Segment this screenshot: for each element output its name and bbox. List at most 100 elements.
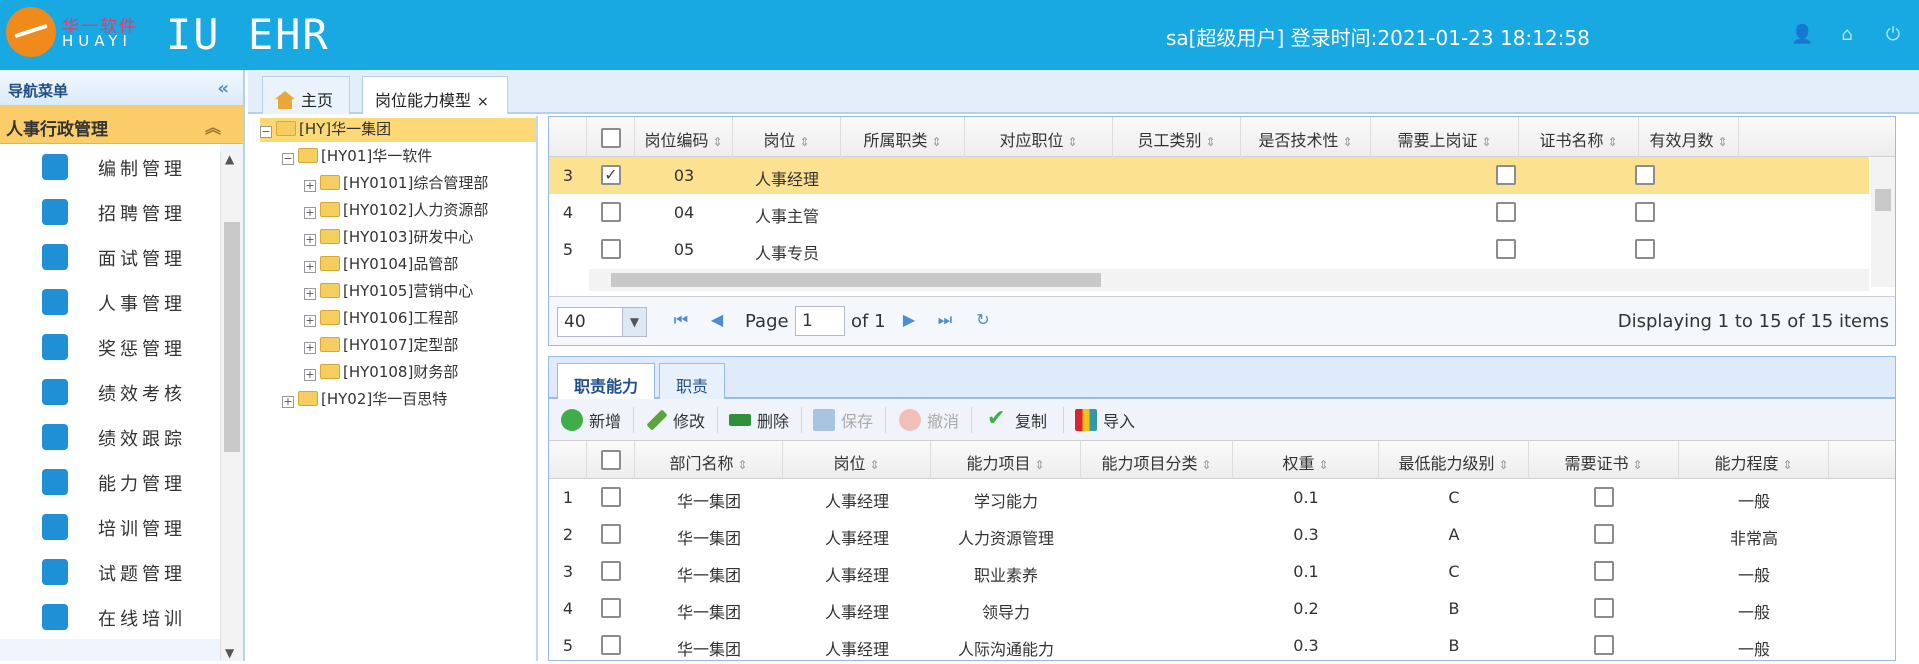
- column-header[interactable]: 能力项目 ⇕: [931, 441, 1081, 479]
- tree-node[interactable]: + [HY02]华一百思特: [282, 388, 447, 412]
- column-header[interactable]: 权重 ⇕: [1233, 441, 1379, 479]
- table-row[interactable]: 2 华一集团 人事经理 人力资源管理 0.3 A 非常高: [549, 516, 1895, 553]
- tree-node[interactable]: + [HY0108]财务部: [304, 361, 458, 385]
- row-checkbox[interactable]: [601, 560, 621, 581]
- column-header[interactable]: 部门名称 ⇕: [635, 441, 783, 479]
- sidebar-item[interactable]: 奖惩管理: [0, 324, 220, 369]
- sidebar-item[interactable]: 人事管理: [0, 279, 220, 324]
- certificate-checkbox[interactable]: [1635, 201, 1655, 222]
- row-checkbox[interactable]: [601, 486, 621, 507]
- row-select-cell[interactable]: [587, 194, 635, 231]
- table-row[interactable]: 3 03 人事经理: [549, 157, 1869, 194]
- column-header[interactable]: 能力程度 ⇕: [1679, 441, 1829, 479]
- page-size-select[interactable]: 40 ▼: [557, 307, 647, 337]
- tab-post-ability-model[interactable]: 岗位能力模型 ×: [362, 76, 508, 114]
- collapse-up-icon[interactable]: ︽: [205, 114, 221, 138]
- scroll-down-icon[interactable]: ▼: [225, 646, 234, 660]
- sidebar-item[interactable]: 能力管理: [0, 459, 220, 504]
- tree-node[interactable]: − [HY]华一集团: [260, 118, 536, 142]
- column-header[interactable]: 所属职类 ⇕: [841, 117, 965, 157]
- home-icon[interactable]: ⌂: [1836, 24, 1858, 45]
- sidebar-item[interactable]: 面试管理: [0, 234, 220, 279]
- add-button[interactable]: 新增: [561, 408, 621, 432]
- select-all-header[interactable]: [587, 441, 635, 479]
- sort-icon[interactable]: ⇕: [1782, 458, 1792, 472]
- table-row[interactable]: 5 华一集团 人事经理 人际沟通能力 0.3 B 一般: [549, 627, 1895, 664]
- expand-icon[interactable]: +: [282, 396, 294, 408]
- column-header[interactable]: 是否技术性 ⇕: [1241, 117, 1371, 157]
- sidebar-item[interactable]: 编制管理: [0, 144, 220, 189]
- row-checkbox[interactable]: [601, 201, 621, 222]
- scrollbar-thumb[interactable]: [224, 222, 240, 452]
- page-number-input[interactable]: 1: [795, 306, 845, 336]
- certificate-checkbox[interactable]: [1594, 523, 1614, 544]
- technical-checkbox[interactable]: [1496, 164, 1516, 185]
- certificate-checkbox[interactable]: [1635, 238, 1655, 259]
- first-page-icon[interactable]: ⏮: [671, 310, 691, 330]
- tree-node[interactable]: + [HY0103]研发中心: [304, 226, 473, 250]
- delete-button[interactable]: 删除: [729, 408, 789, 432]
- sort-icon[interactable]: ⇕: [1318, 458, 1328, 472]
- sort-icon[interactable]: ⇕: [799, 135, 809, 149]
- certificate-required-cell[interactable]: [1571, 157, 1719, 194]
- column-header[interactable]: 岗位 ⇕: [733, 117, 841, 157]
- next-page-icon[interactable]: ▶: [899, 310, 919, 330]
- row-checkbox[interactable]: [601, 634, 621, 655]
- tab-duty[interactable]: 职责: [659, 363, 726, 399]
- select-all-checkbox[interactable]: [600, 127, 621, 148]
- expand-icon[interactable]: +: [304, 234, 316, 246]
- scrollbar-thumb[interactable]: [611, 273, 1101, 287]
- column-header[interactable]: 最低能力级别 ⇕: [1379, 441, 1529, 479]
- tree-node[interactable]: + [HY0104]品管部: [304, 253, 458, 277]
- row-checkbox[interactable]: [601, 238, 621, 259]
- row-select-cell[interactable]: [587, 157, 635, 194]
- technical-cell[interactable]: [1441, 231, 1571, 268]
- expand-icon[interactable]: +: [304, 261, 316, 273]
- power-icon[interactable]: ⏻: [1882, 24, 1904, 45]
- row-select-cell[interactable]: [587, 553, 635, 590]
- sort-icon[interactable]: ⇕: [1034, 458, 1044, 472]
- tree-node[interactable]: + [HY0107]定型部: [304, 334, 458, 358]
- sidebar-item[interactable]: 绩效跟踪: [0, 414, 220, 459]
- sidebar-item[interactable]: 试题管理: [0, 549, 220, 594]
- expand-icon[interactable]: +: [304, 369, 316, 381]
- expand-icon[interactable]: +: [304, 288, 316, 300]
- certificate-checkbox[interactable]: [1594, 597, 1614, 618]
- sort-icon[interactable]: ⇕: [1342, 135, 1352, 149]
- certificate-cell[interactable]: [1529, 516, 1679, 553]
- scrollbar-thumb[interactable]: [1875, 189, 1891, 211]
- sidebar-item[interactable]: 培训管理: [0, 504, 220, 549]
- row-checkbox[interactable]: [601, 523, 621, 544]
- row-select-cell[interactable]: [587, 590, 635, 627]
- expand-icon[interactable]: +: [304, 180, 316, 192]
- select-all-checkbox[interactable]: [600, 449, 621, 470]
- prev-page-icon[interactable]: ◀: [707, 310, 727, 330]
- copy-button[interactable]: ✔ 复制: [987, 408, 1047, 432]
- sort-icon[interactable]: ⇕: [1067, 135, 1077, 149]
- certificate-required-cell[interactable]: [1571, 231, 1719, 268]
- sort-icon[interactable]: ⇕: [1201, 458, 1211, 472]
- row-select-cell[interactable]: [587, 627, 635, 664]
- sort-icon[interactable]: ⇕: [931, 135, 941, 149]
- row-checkbox[interactable]: [601, 597, 621, 618]
- certificate-checkbox[interactable]: [1594, 560, 1614, 581]
- expand-icon[interactable]: +: [304, 342, 316, 354]
- column-header[interactable]: 能力项目分类 ⇕: [1081, 441, 1233, 479]
- collapse-icon[interactable]: −: [282, 153, 294, 165]
- collapse-icon[interactable]: −: [260, 126, 272, 138]
- import-button[interactable]: 导入: [1075, 408, 1135, 432]
- sort-icon[interactable]: ⇕: [1498, 458, 1508, 472]
- table-row[interactable]: 4 04 人事主管: [549, 194, 1869, 231]
- tab-home[interactable]: 主页: [262, 76, 350, 114]
- sidebar-scrollbar[interactable]: ▲ ▼: [220, 152, 242, 660]
- tree-node[interactable]: + [HY0106]工程部: [304, 307, 458, 331]
- certificate-cell[interactable]: [1529, 553, 1679, 590]
- chevron-down-icon[interactable]: ▼: [622, 308, 646, 336]
- nav-group-hr-admin[interactable]: 人事行政管理 ︽: [0, 106, 243, 144]
- certificate-cell[interactable]: [1529, 627, 1679, 664]
- column-header[interactable]: 证书名称 ⇕: [1519, 117, 1639, 157]
- row-select-cell[interactable]: [587, 516, 635, 553]
- column-header[interactable]: 员工类别 ⇕: [1113, 117, 1241, 157]
- column-header[interactable]: 有效月数 ⇕: [1639, 117, 1739, 157]
- column-header[interactable]: 需要证书 ⇕: [1529, 441, 1679, 479]
